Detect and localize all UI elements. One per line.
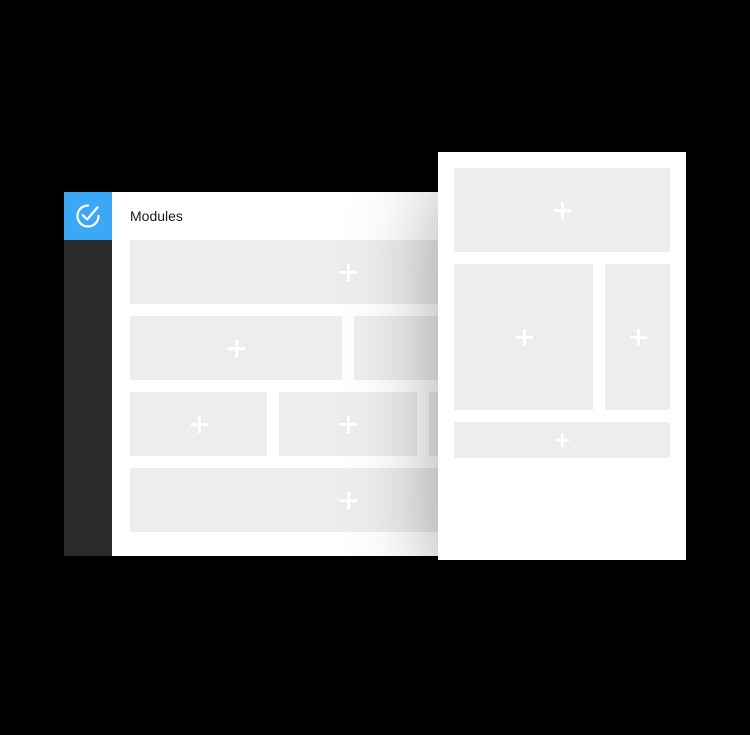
plus-icon [630,329,646,345]
panel-row [454,264,670,410]
sidebar [64,192,112,556]
add-module-block[interactable] [605,264,670,410]
plus-icon [516,329,532,345]
plus-icon [554,202,570,218]
panel-row [454,422,670,458]
plus-icon [556,434,569,447]
panel-row [454,168,670,252]
floating-panel [438,152,686,560]
add-module-block[interactable] [130,316,342,380]
add-module-block[interactable] [279,392,416,456]
app-logo[interactable] [64,192,112,240]
add-module-block[interactable] [130,392,267,456]
checkmark-circle-icon [74,202,102,230]
add-module-block[interactable] [454,168,670,252]
plus-icon [340,416,356,432]
plus-icon [340,492,356,508]
add-module-block[interactable] [454,422,670,458]
add-module-block[interactable] [454,264,593,410]
plus-icon [340,264,356,280]
plus-icon [228,340,244,356]
plus-icon [191,416,207,432]
